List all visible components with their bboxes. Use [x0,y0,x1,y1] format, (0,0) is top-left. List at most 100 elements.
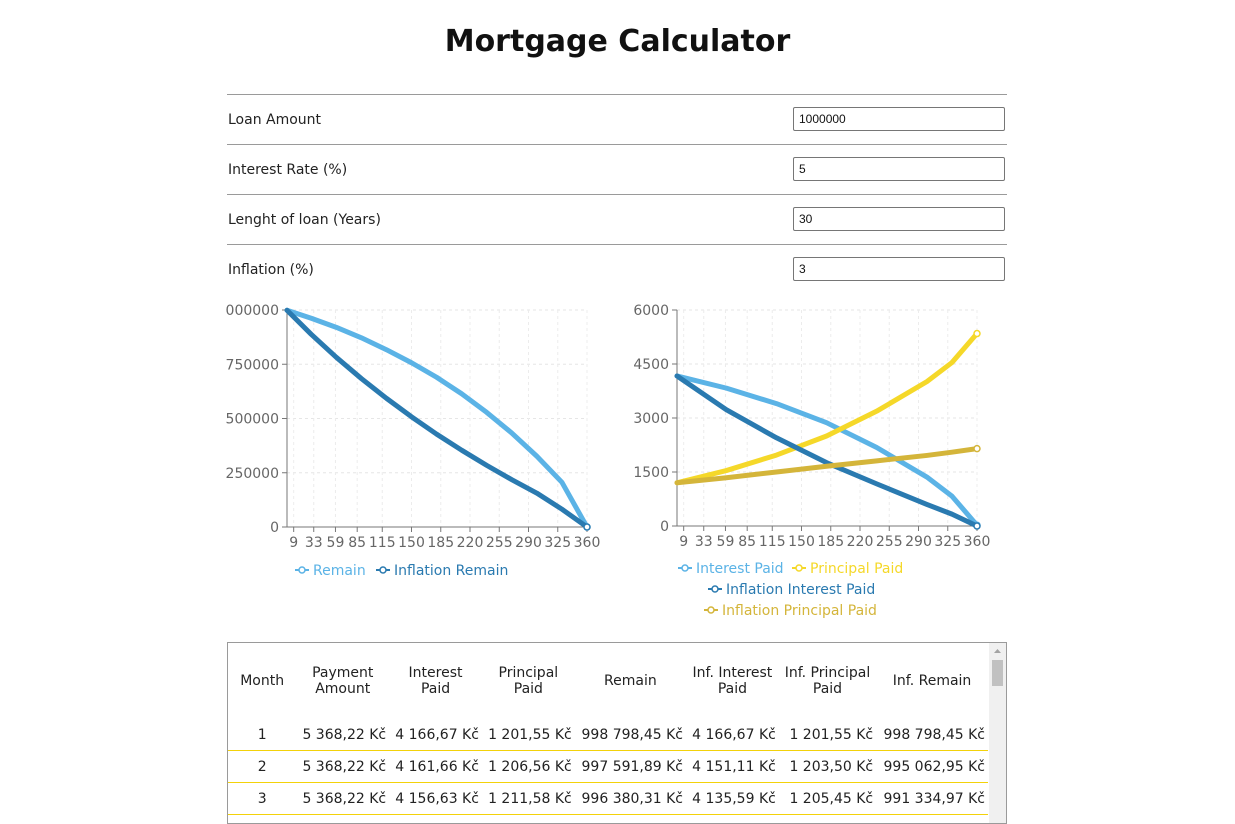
legend-label: Inflation Principal Paid [722,603,877,619]
inflation-input[interactable] [793,257,1005,281]
table-cell: 4 166,67 Kč [389,719,482,751]
table-row: 2 5 368,22 Kč 4 161,66 Kč 1 206,56 Kč 99… [228,751,988,783]
table-cell: 4 135,59 Kč [686,783,779,815]
legend-label: Inflation Interest Paid [726,582,875,598]
amortization-table-container[interactable]: Month Payment Amount Interest Paid Princ… [227,642,1007,824]
legend-item[interactable]: Inflation Principal Paid [704,603,877,619]
table-scrollbar[interactable] [989,643,1006,823]
table-cell: 998 798,45 Kč [575,719,686,751]
table-row: 3 5 368,22 Kč 4 156,63 Kč 1 211,58 Kč 99… [228,783,988,815]
table-header-row: Month Payment Amount Interest Paid Princ… [228,643,988,719]
amortization-table: Month Payment Amount Interest Paid Princ… [228,643,988,824]
table-cell: 1 [228,719,296,751]
interest-rate-label: Interest Rate (%) [228,162,347,178]
x-tick-label: 290 [905,534,932,550]
interest-rate-input[interactable] [793,157,1005,181]
legend-marker-icon [708,607,714,613]
scrollbar-thumb[interactable] [992,660,1003,686]
x-tick-label: 9 [679,534,688,550]
legend-marker-icon [682,565,688,571]
scroll-up-arrow-icon[interactable] [989,643,1006,659]
legend-marker-icon [380,567,386,573]
table-cell: 4 156,63 Kč [389,783,482,815]
y-tick-label: 3000 [633,411,669,427]
table-cell: 2 [228,751,296,783]
table-cell: 997 591,89 Kč [575,751,686,783]
table-cell: 1 201,55 Kč [482,719,575,751]
table-cell: 4 166,67 Kč [686,719,779,751]
x-tick-label: 185 [817,534,844,550]
col-header-principal: Principal Paid [482,643,575,719]
x-tick-label: 290 [515,535,542,551]
x-tick-label: 360 [964,534,991,550]
table-cell: 4 151,11 Kč [686,751,779,783]
table-cell: 5 368,22 Kč [296,783,389,815]
x-tick-label: 255 [876,534,903,550]
loan-form: Loan Amount Interest Rate (%) Lenght of … [227,94,1007,294]
series-line-interest-paid [677,376,977,525]
col-header-remain: Remain [575,643,686,719]
x-tick-label: 150 [398,535,425,551]
legend-marker-icon [796,565,802,571]
legend-item[interactable]: Interest Paid [678,561,784,577]
y-tick-label: 750000 [226,357,279,373]
col-header-interest: Interest Paid [389,643,482,719]
table-cell: 1 205,45 Kč [779,783,876,815]
table-cell: 1 206,56 Kč [482,751,575,783]
x-tick-label: 59 [717,534,735,550]
table-cell: 1 207,41 Kč [779,815,876,824]
form-row-loan-length: Lenght of loan (Years) [227,194,1007,244]
table-cell: 998 798,45 Kč [876,719,988,751]
table-cell: 3 [228,783,296,815]
series-end-point[interactable] [974,523,980,529]
table-cell: 1 216,63 Kč [482,815,575,824]
table-cell: 996 380,31 Kč [575,783,686,815]
table-cell: 1 201,55 Kč [779,719,876,751]
series-end-point[interactable] [974,446,980,452]
table-cell: 4 151,58 Kč [389,815,482,824]
legend-item[interactable]: Inflation Interest Paid [708,582,875,598]
loan-amount-input[interactable] [793,107,1005,131]
series-line-inflation-interest-paid [677,376,977,526]
y-tick-label: 4500 [633,357,669,373]
legend-item[interactable]: Inflation Remain [376,563,508,579]
table-cell: 995 163,68 Kč [575,815,686,824]
form-row-inflation: Inflation (%) [227,244,1007,294]
x-tick-label: 33 [305,535,323,551]
loan-length-input[interactable] [793,207,1005,231]
x-tick-label: 220 [457,535,484,551]
table-cell: 4 161,66 Kč [389,751,482,783]
y-tick-label: 6000 [633,303,669,319]
x-tick-label: 360 [574,535,601,551]
table-cell: 1 211,58 Kč [482,783,575,815]
series-end-point[interactable] [584,524,590,530]
table-cell: 1 203,50 Kč [779,751,876,783]
y-tick-label: 1500 [633,465,669,481]
legend-label: Interest Paid [696,561,784,577]
table-cell: 995 062,95 Kč [876,751,988,783]
col-header-inf-principal: Inf. Principal Paid [779,643,876,719]
x-tick-label: 185 [427,535,454,551]
col-header-payment: Payment Amount [296,643,389,719]
col-header-inf-remain: Inf. Remain [876,643,988,719]
legend-marker-icon [712,586,718,592]
series-line-inflation-principal-paid [677,449,977,483]
x-tick-label: 115 [369,535,396,551]
y-tick-label: 500000 [226,412,279,428]
x-tick-label: 255 [486,535,513,551]
table-cell: 5 368,22 Kč [296,751,389,783]
y-tick-label: 250000 [226,466,279,482]
remain-chart: 0000007500005000002500000933598511515018… [0,290,620,590]
legend-label: Inflation Remain [394,563,508,579]
x-tick-label: 325 [544,535,571,551]
x-tick-label: 325 [934,534,961,550]
y-tick-label: 0 [270,520,279,536]
x-tick-label: 33 [695,534,713,550]
series-end-point[interactable] [974,331,980,337]
table-cell: 5 368,22 Kč [296,719,389,751]
legend-item[interactable]: Remain [295,563,366,579]
x-tick-label: 115 [759,534,786,550]
legend-label: Principal Paid [810,561,903,577]
legend-item[interactable]: Principal Paid [792,561,903,577]
table-row: 1 5 368,22 Kč 4 166,67 Kč 1 201,55 Kč 99… [228,719,988,751]
